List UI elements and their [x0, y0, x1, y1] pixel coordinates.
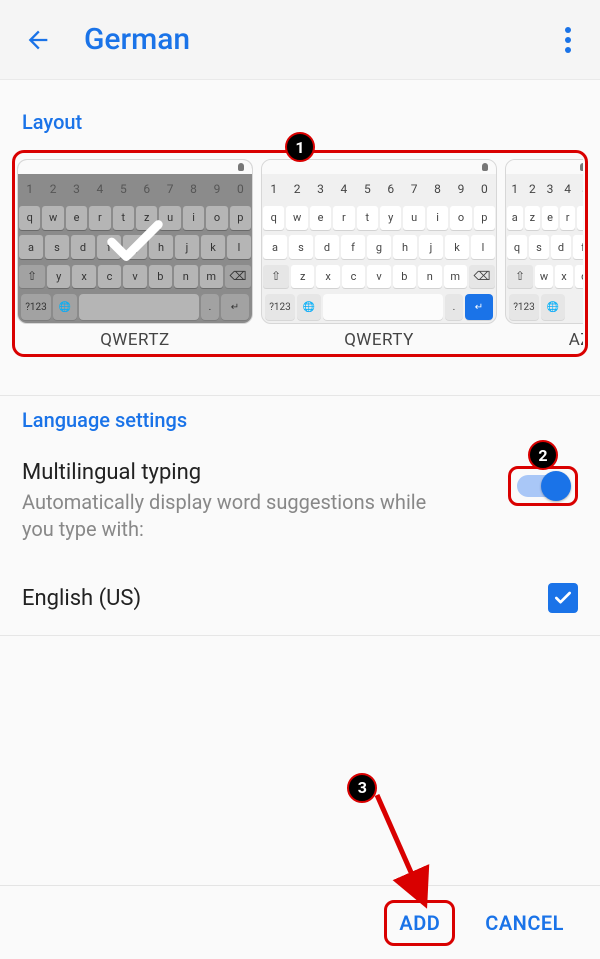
keyboard-preview-azerty: 12345 azert qsdf ⇧wxc ?123🌐 [505, 159, 583, 324]
shift-icon: ⇧ [507, 265, 533, 288]
layouts-section: 1 1234567890 qwertzuiop asdfghjkl ⇧yxcvb… [12, 150, 588, 357]
multilingual-subtitle: Automatically display word suggestions w… [22, 489, 452, 543]
annotation-box-3: 3 ADD [384, 900, 455, 946]
enter-icon: ↵ [465, 294, 493, 320]
layout-label: QWERTZ [100, 330, 169, 350]
layout-option-qwerty[interactable]: 1234567890 qwertyuiop asdfghjkl ⇧zxcvbnm… [261, 159, 497, 350]
page-title: German [84, 22, 190, 57]
app-header: German [0, 0, 600, 80]
cancel-button[interactable]: CANCEL [473, 903, 576, 943]
language-name: English (US) [22, 586, 141, 611]
multilingual-typing-row[interactable]: Multilingual typing Automatically displa… [0, 442, 600, 543]
layout-label: QWERTY [344, 330, 414, 350]
shift-icon: ⇧ [263, 265, 289, 288]
add-button[interactable]: ADD [387, 903, 452, 943]
annotation-box-2: 2 [508, 466, 578, 506]
keyboard-preview-qwertz: 1234567890 qwertzuiop asdfghjkl ⇧yxcvbnm… [17, 159, 253, 324]
globe-icon: 🌐 [541, 294, 565, 320]
annotation-marker-1: 1 [285, 132, 315, 162]
selected-check-icon [18, 160, 252, 323]
language-checkbox[interactable] [548, 583, 578, 613]
language-row-english-us[interactable]: English (US) [0, 569, 600, 636]
layout-option-qwertz[interactable]: 1234567890 qwertzuiop asdfghjkl ⇧yxcvbnm… [17, 159, 253, 350]
multilingual-toggle[interactable] [517, 475, 569, 497]
layout-label: AZ [569, 330, 583, 350]
bottom-action-bar: 3 ADD CANCEL [0, 885, 600, 959]
more-vert-icon[interactable] [554, 26, 582, 54]
spacebar [323, 294, 443, 320]
multilingual-title: Multilingual typing [22, 460, 508, 485]
keyboard-preview-qwerty: 1234567890 qwertyuiop asdfghjkl ⇧zxcvbnm… [261, 159, 497, 324]
globe-icon: 🌐 [297, 294, 321, 320]
content-area: Layout 1 1234567890 qwertzuiop asdfghjkl… [0, 80, 600, 959]
backspace-icon: ⌫ [469, 265, 495, 288]
annotation-marker-2: 2 [528, 440, 558, 470]
annotation-marker-3: 3 [347, 773, 377, 803]
annotation-box-1: 1234567890 qwertzuiop asdfghjkl ⇧yxcvbnm… [12, 150, 588, 357]
back-arrow-icon[interactable] [22, 24, 54, 56]
mic-icon [262, 160, 496, 174]
layout-carousel[interactable]: 1234567890 qwertzuiop asdfghjkl ⇧yxcvbnm… [17, 159, 583, 350]
check-icon [553, 588, 573, 608]
language-settings-section: Language settings Multilingual typing Au… [0, 395, 600, 636]
layout-option-azerty[interactable]: 12345 azert qsdf ⇧wxc ?123🌐 AZ [505, 159, 583, 350]
section-label-language-settings: Language settings [0, 395, 600, 442]
